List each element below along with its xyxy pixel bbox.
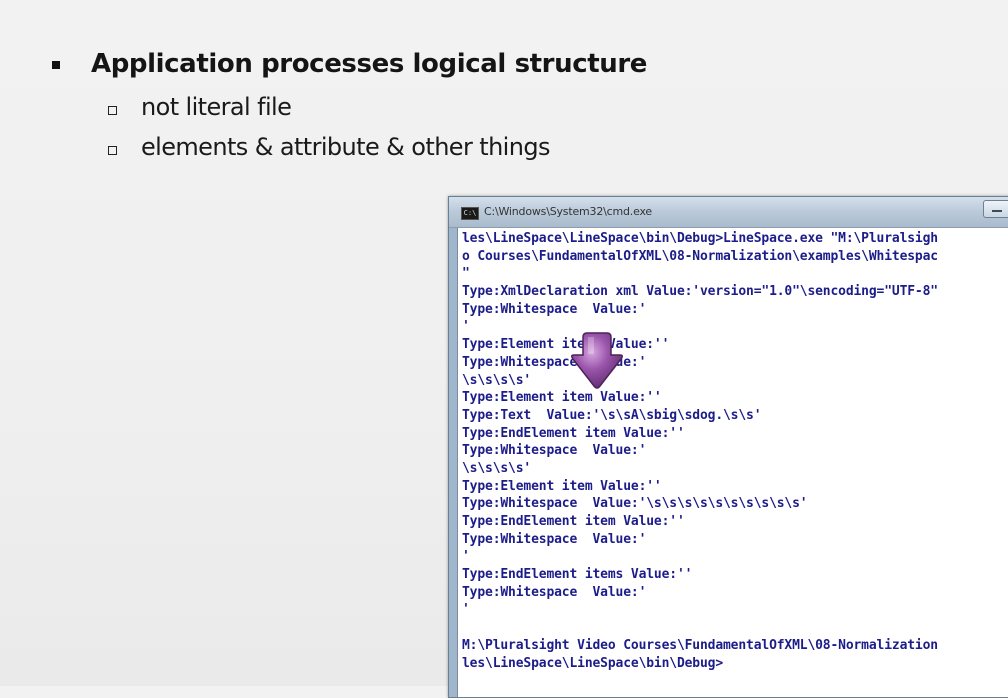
console-line: Type:Text Value:'\s\sA\sbig\sdog.\s\s' [462, 407, 762, 423]
console-line: Type:Whitespace Value:'\s\s\s\s\s\s\s\s\… [462, 496, 808, 512]
console-line: Type:Whitespace Value:' [462, 584, 647, 600]
console-line: \s\s\s\s' [462, 372, 532, 388]
sub-bullet-2: elements & attribute & other things [108, 130, 551, 164]
console-line: ' [462, 549, 470, 565]
console-line: Type:XmlDeclaration xml Value:'version="… [462, 284, 938, 300]
window-titlebar[interactable]: C:\ C:\Windows\System32\cmd.exe [449, 197, 1008, 228]
console-line: Type:EndElement item Value:'' [462, 514, 685, 529]
console-line: Type:EndElement item Value:'' [462, 425, 685, 441]
slide-bullets: Application processes logical structure … [0, 0, 1008, 190]
console-line: Type:EndElement items Value:'' [462, 567, 693, 583]
console-line: les\LineSpace\LineSpace\bin\Debug>LineSp… [462, 231, 938, 246]
command-prompt-window[interactable]: C:\ C:\Windows\System32\cmd.exe les\Line… [448, 196, 1008, 698]
minimize-button[interactable] [983, 200, 1008, 218]
console-line: o Courses\FundamentalOfXML\08-Normalizat… [462, 248, 938, 264]
console-line: Type:Element items Value:'' [462, 337, 670, 353]
square-bullet-icon [52, 61, 60, 69]
console-line: Type:Element item Value:'' [462, 478, 662, 494]
console-line: ' [462, 602, 470, 618]
console-line: ' [462, 319, 470, 335]
console-line: " [462, 266, 470, 282]
console-lines: les\LineSpace\LineSpace\bin\Debug>LineSp… [462, 230, 938, 672]
sub-bullet-text: not literal file [141, 93, 292, 121]
console-line: Type:Whitespace Value:' [462, 354, 647, 370]
console-line: \s\s\s\s' [462, 460, 532, 476]
console-line: les\LineSpace\LineSpace\bin\Debug> [462, 655, 724, 671]
sub-bullet-text: elements & attribute & other things [141, 133, 551, 161]
console-line: Type:Whitespace Value:' [462, 443, 647, 459]
hollow-square-bullet-icon [108, 105, 117, 115]
console-line: Type:Whitespace Value:' [462, 531, 647, 547]
console-line: Type:Element item Value:'' [462, 390, 662, 406]
hollow-square-bullet-icon [108, 145, 117, 155]
main-bullet-text: Application processes logical structure [91, 49, 648, 79]
cmd-icon: C:\ [461, 207, 479, 220]
main-bullet: Application processes logical structure [52, 44, 647, 84]
sub-bullet-1: not literal file [108, 90, 292, 124]
console-output[interactable]: les\LineSpace\LineSpace\bin\Debug>LineSp… [457, 228, 1008, 697]
console-line: Type:Whitespace Value:' [462, 301, 647, 317]
window-title: C:\Windows\System32\cmd.exe [484, 205, 652, 218]
down-arrow-icon [570, 332, 624, 389]
console-line: M:\Pluralsight Video Courses\Fundamental… [462, 637, 938, 653]
